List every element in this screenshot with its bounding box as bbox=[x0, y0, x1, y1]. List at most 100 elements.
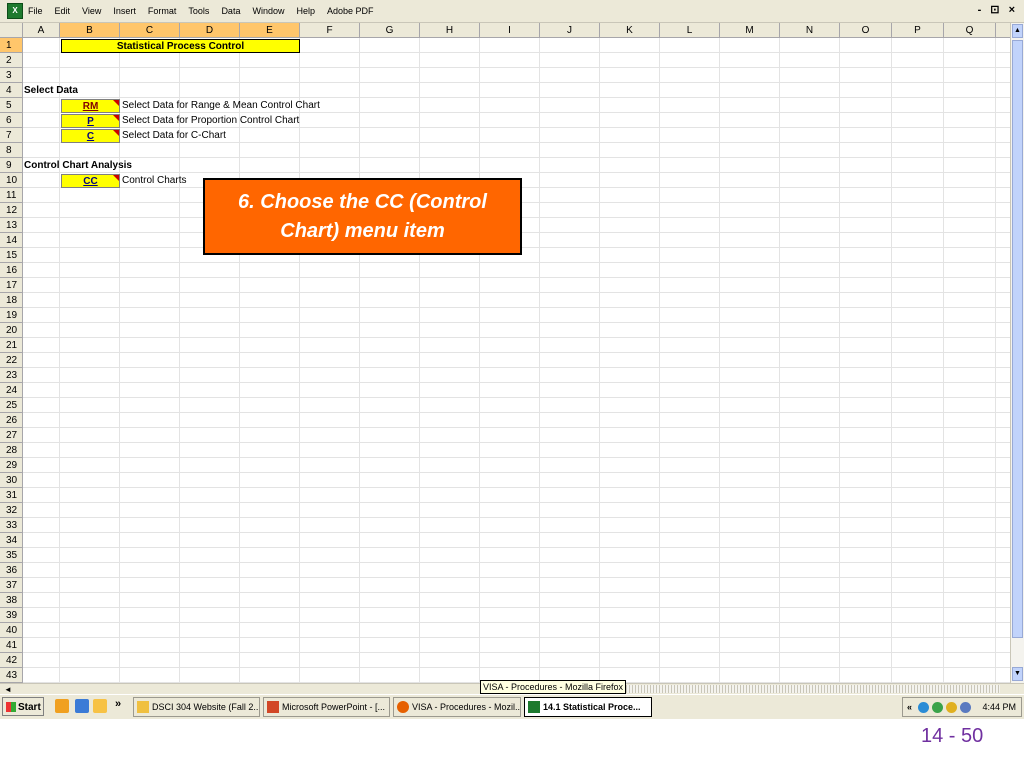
row-header-16[interactable]: 16 bbox=[0, 263, 23, 278]
excel-app-icon[interactable]: X bbox=[7, 3, 23, 19]
task-excel-active[interactable]: 14.1 Statistical Proce... bbox=[524, 697, 652, 717]
row-header-33[interactable]: 33 bbox=[0, 518, 23, 533]
row-header-9[interactable]: 9 bbox=[0, 158, 23, 173]
menu-help[interactable]: Help bbox=[296, 6, 315, 16]
column-header-l[interactable]: L bbox=[660, 23, 720, 38]
row-header-10[interactable]: 10 bbox=[0, 173, 23, 188]
row-header-6[interactable]: 6 bbox=[0, 113, 23, 128]
column-header-c[interactable]: C bbox=[120, 23, 180, 38]
menu-data[interactable]: Data bbox=[221, 6, 240, 16]
scroll-up-icon[interactable]: ▲ bbox=[1012, 24, 1023, 38]
row-header-7[interactable]: 7 bbox=[0, 128, 23, 143]
column-header-j[interactable]: J bbox=[540, 23, 600, 38]
scroll-thumb[interactable] bbox=[1012, 40, 1023, 638]
column-header-k[interactable]: K bbox=[600, 23, 660, 38]
row-header-29[interactable]: 29 bbox=[0, 458, 23, 473]
row-header-11[interactable]: 11 bbox=[0, 188, 23, 203]
row-header-41[interactable]: 41 bbox=[0, 638, 23, 653]
row-header-30[interactable]: 30 bbox=[0, 473, 23, 488]
row-header-17[interactable]: 17 bbox=[0, 278, 23, 293]
p-button[interactable]: P bbox=[61, 114, 120, 128]
cc-button[interactable]: CC bbox=[61, 174, 120, 188]
tray-expand-chevron[interactable]: « bbox=[907, 698, 912, 717]
row-header-32[interactable]: 32 bbox=[0, 503, 23, 518]
menu-view[interactable]: View bbox=[82, 6, 101, 16]
vertical-scrollbar[interactable]: ▲ ▼ bbox=[1010, 23, 1024, 683]
column-header-e[interactable]: E bbox=[240, 23, 300, 38]
row-header-8[interactable]: 8 bbox=[0, 143, 23, 158]
row-header-38[interactable]: 38 bbox=[0, 593, 23, 608]
menu-format[interactable]: Format bbox=[148, 6, 177, 16]
scroll-down-icon[interactable]: ▼ bbox=[1012, 667, 1023, 681]
column-header-b[interactable]: B bbox=[60, 23, 120, 38]
network-icon[interactable] bbox=[918, 702, 929, 713]
column-header-g[interactable]: G bbox=[360, 23, 420, 38]
column-header-o[interactable]: O bbox=[840, 23, 892, 38]
gridline bbox=[23, 367, 1010, 368]
column-header-d[interactable]: D bbox=[180, 23, 240, 38]
taskbar: Start » DSCI 304 Website (Fall 2... Micr… bbox=[0, 694, 1024, 719]
row-header-21[interactable]: 21 bbox=[0, 338, 23, 353]
quick-launch-explorer-icon[interactable] bbox=[55, 699, 69, 713]
column-header-m[interactable]: M bbox=[720, 23, 780, 38]
quick-launch-more[interactable]: » bbox=[115, 698, 121, 710]
start-button[interactable]: Start bbox=[2, 697, 44, 716]
row-header-37[interactable]: 37 bbox=[0, 578, 23, 593]
window-controls[interactable]: - ⊡ × bbox=[978, 3, 1018, 16]
task-dsci-website[interactable]: DSCI 304 Website (Fall 2... bbox=[133, 697, 260, 717]
row-header-15[interactable]: 15 bbox=[0, 248, 23, 263]
column-header-p[interactable]: P bbox=[892, 23, 944, 38]
worksheet-grid[interactable]: ABCDEFGHIJKLMNOPQR 123456789101112131415… bbox=[0, 23, 1024, 683]
row-header-28[interactable]: 28 bbox=[0, 443, 23, 458]
row-header-5[interactable]: 5 bbox=[0, 98, 23, 113]
row-header-12[interactable]: 12 bbox=[0, 203, 23, 218]
row-header-26[interactable]: 26 bbox=[0, 413, 23, 428]
row-header-13[interactable]: 13 bbox=[0, 218, 23, 233]
column-header-f[interactable]: F bbox=[300, 23, 360, 38]
row-header-35[interactable]: 35 bbox=[0, 548, 23, 563]
row-header-19[interactable]: 19 bbox=[0, 308, 23, 323]
menu-tools[interactable]: Tools bbox=[188, 6, 209, 16]
row-header-20[interactable]: 20 bbox=[0, 323, 23, 338]
row-header-18[interactable]: 18 bbox=[0, 293, 23, 308]
c-button[interactable]: C bbox=[61, 129, 120, 143]
quick-launch-outlook-icon[interactable] bbox=[93, 699, 107, 713]
row-header-36[interactable]: 36 bbox=[0, 563, 23, 578]
menu-file[interactable]: File bbox=[28, 6, 43, 16]
row-header-4[interactable]: 4 bbox=[0, 83, 23, 98]
column-header-n[interactable]: N bbox=[780, 23, 840, 38]
column-header-i[interactable]: I bbox=[480, 23, 540, 38]
row-header-24[interactable]: 24 bbox=[0, 383, 23, 398]
sheet-nav-left-icon[interactable]: ◄ bbox=[4, 685, 12, 694]
row-header-40[interactable]: 40 bbox=[0, 623, 23, 638]
row-header-43[interactable]: 43 bbox=[0, 668, 23, 683]
menu-insert[interactable]: Insert bbox=[113, 6, 136, 16]
gridline bbox=[23, 172, 1010, 173]
volume-icon[interactable] bbox=[960, 702, 971, 713]
horizontal-scrollbar[interactable] bbox=[620, 685, 1000, 693]
update-icon[interactable] bbox=[946, 702, 957, 713]
row-header-2[interactable]: 2 bbox=[0, 53, 23, 68]
row-header-31[interactable]: 31 bbox=[0, 488, 23, 503]
row-header-14[interactable]: 14 bbox=[0, 233, 23, 248]
column-header-h[interactable]: H bbox=[420, 23, 480, 38]
row-header-1[interactable]: 1 bbox=[0, 38, 23, 53]
row-header-39[interactable]: 39 bbox=[0, 608, 23, 623]
rm-button[interactable]: RM bbox=[61, 99, 120, 113]
row-header-34[interactable]: 34 bbox=[0, 533, 23, 548]
menu-edit[interactable]: Edit bbox=[55, 6, 71, 16]
row-header-3[interactable]: 3 bbox=[0, 68, 23, 83]
sync-icon[interactable] bbox=[932, 702, 943, 713]
task-powerpoint[interactable]: Microsoft PowerPoint - [... bbox=[263, 697, 390, 717]
column-header-a[interactable]: A bbox=[23, 23, 60, 38]
row-header-27[interactable]: 27 bbox=[0, 428, 23, 443]
row-header-25[interactable]: 25 bbox=[0, 398, 23, 413]
row-header-42[interactable]: 42 bbox=[0, 653, 23, 668]
column-header-q[interactable]: Q bbox=[944, 23, 996, 38]
task-firefox[interactable]: VISA - Procedures - Mozil... bbox=[393, 697, 521, 717]
menu-window[interactable]: Window bbox=[252, 6, 284, 16]
quick-launch-ie-icon[interactable] bbox=[75, 699, 89, 713]
row-header-23[interactable]: 23 bbox=[0, 368, 23, 383]
row-header-22[interactable]: 22 bbox=[0, 353, 23, 368]
menu-adobe-pdf[interactable]: Adobe PDF bbox=[327, 6, 374, 16]
